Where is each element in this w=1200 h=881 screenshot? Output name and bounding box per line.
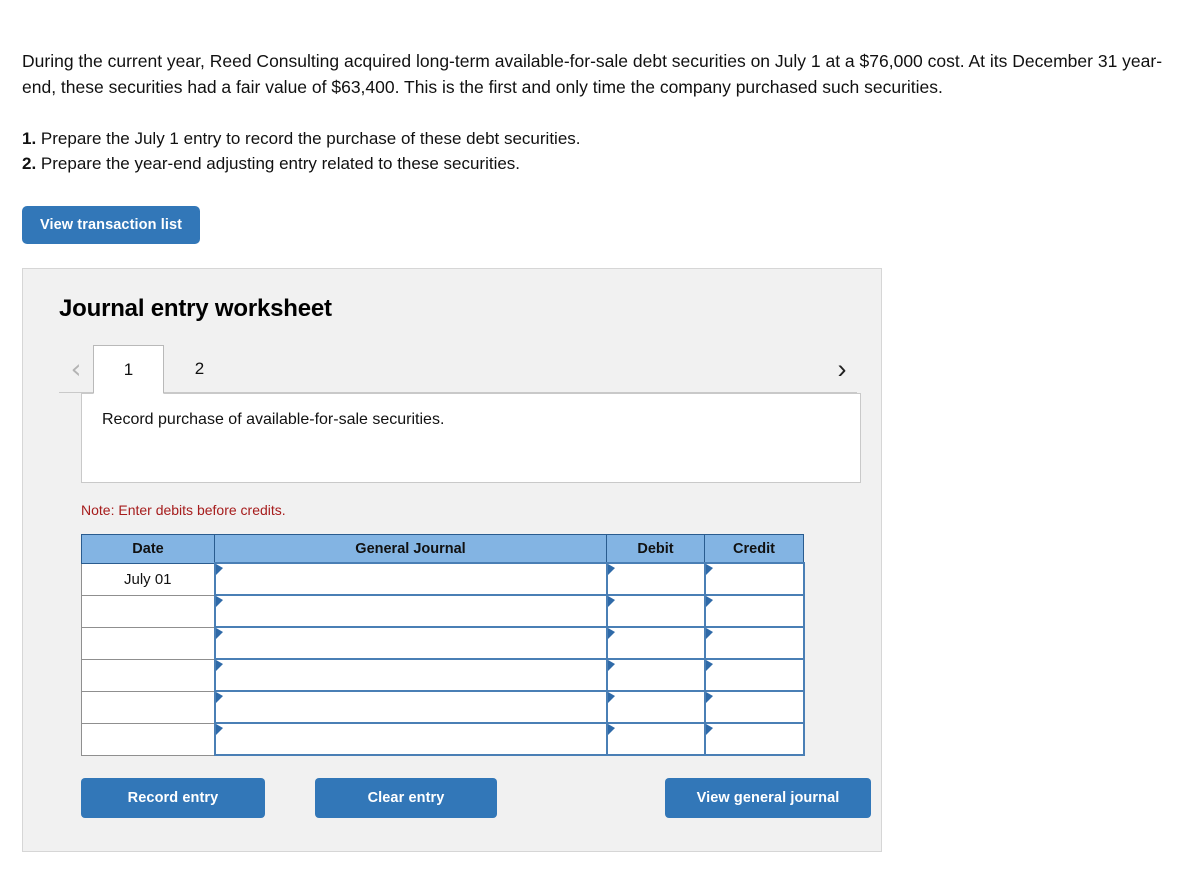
debit-cell[interactable] [605,562,706,596]
cell-marker-icon [607,724,615,735]
general-journal-cell[interactable] [213,658,608,692]
general-journal-cell[interactable] [213,626,608,660]
requirement-item: 1. Prepare the July 1 entry to record th… [22,126,1178,151]
date-cell[interactable] [81,690,215,724]
cell-marker-icon [607,564,615,575]
chevron-right-icon[interactable]: › [825,345,859,393]
debit-cell[interactable] [605,722,706,756]
requirement-text: Prepare the July 1 entry to record the p… [40,129,581,148]
cell-marker-icon [705,564,713,575]
requirement-number: 1. [22,129,37,148]
table-row [81,690,805,724]
debit-cell[interactable] [605,594,706,628]
cell-marker-icon [705,596,713,607]
date-cell[interactable] [81,594,215,628]
credit-cell[interactable] [703,594,805,628]
credit-cell[interactable] [703,722,805,756]
column-header-debit: Debit [606,534,705,564]
table-row [81,658,805,692]
table-row [81,722,805,756]
requirement-item: 2. Prepare the year-end adjusting entry … [22,151,1178,176]
problem-statement: During the current year, Reed Consulting… [22,51,1163,97]
cell-marker-icon [607,660,615,671]
record-entry-button[interactable]: Record entry [81,778,265,818]
journal-entry-worksheet-panel: Journal entry worksheet ‹ 1 2 › Record p… [22,268,882,852]
column-header-credit: Credit [704,534,804,564]
entry-description-box: Record purchase of available-for-sale se… [81,393,861,483]
general-journal-cell[interactable] [213,562,608,596]
cell-marker-icon [705,724,713,735]
debits-before-credits-note: Note: Enter debits before credits. [81,502,286,518]
requirement-number: 2. [22,154,37,173]
tab-entry-1[interactable]: 1 [93,345,164,394]
cell-marker-icon [215,692,223,703]
credit-cell[interactable] [703,562,805,596]
chevron-left-icon[interactable]: ‹ [59,345,93,393]
general-journal-cell[interactable] [213,722,608,756]
cell-marker-icon [705,660,713,671]
tab-entry-2[interactable]: 2 [164,345,235,393]
worksheet-action-bar: Record entry Clear entry View general jo… [81,778,871,818]
date-cell[interactable] [81,626,215,660]
cell-marker-icon [215,724,223,735]
debit-cell[interactable] [605,658,706,692]
cell-marker-icon [215,564,223,575]
general-journal-cell[interactable] [213,594,608,628]
date-cell[interactable]: July 01 [81,562,215,596]
cell-marker-icon [215,660,223,671]
debit-cell[interactable] [605,626,706,660]
credit-cell[interactable] [703,658,805,692]
table-row: July 01 [81,562,805,596]
cell-marker-icon [607,692,615,703]
page-title: Journal entry worksheet [59,295,332,322]
cell-marker-icon [215,596,223,607]
view-transaction-list-button[interactable]: View transaction list [22,206,201,244]
worksheet-tab-strip: ‹ 1 2 › [23,345,881,394]
column-header-date: Date [81,534,215,564]
table-row [81,626,805,660]
cell-marker-icon [705,692,713,703]
table-header-row: Date General Journal Debit Credit [81,534,804,564]
clear-entry-button[interactable]: Clear entry [315,778,497,818]
cell-marker-icon [607,628,615,639]
journal-entry-table: Date General Journal Debit Credit July 0… [81,534,805,756]
debit-cell[interactable] [605,690,706,724]
requirement-text: Prepare the year-end adjusting entry rel… [40,154,521,173]
cell-marker-icon [607,596,615,607]
date-cell[interactable] [81,722,215,756]
credit-cell[interactable] [703,626,805,660]
requirements-list: 1. Prepare the July 1 entry to record th… [0,100,1200,176]
cell-marker-icon [215,628,223,639]
table-row [81,594,805,628]
view-general-journal-button[interactable]: View general journal [665,778,871,818]
column-header-general-journal: General Journal [214,534,607,564]
journal-entry-rows: July 01 [81,562,805,756]
general-journal-cell[interactable] [213,690,608,724]
credit-cell[interactable] [703,690,805,724]
date-cell[interactable] [81,658,215,692]
cell-marker-icon [705,628,713,639]
